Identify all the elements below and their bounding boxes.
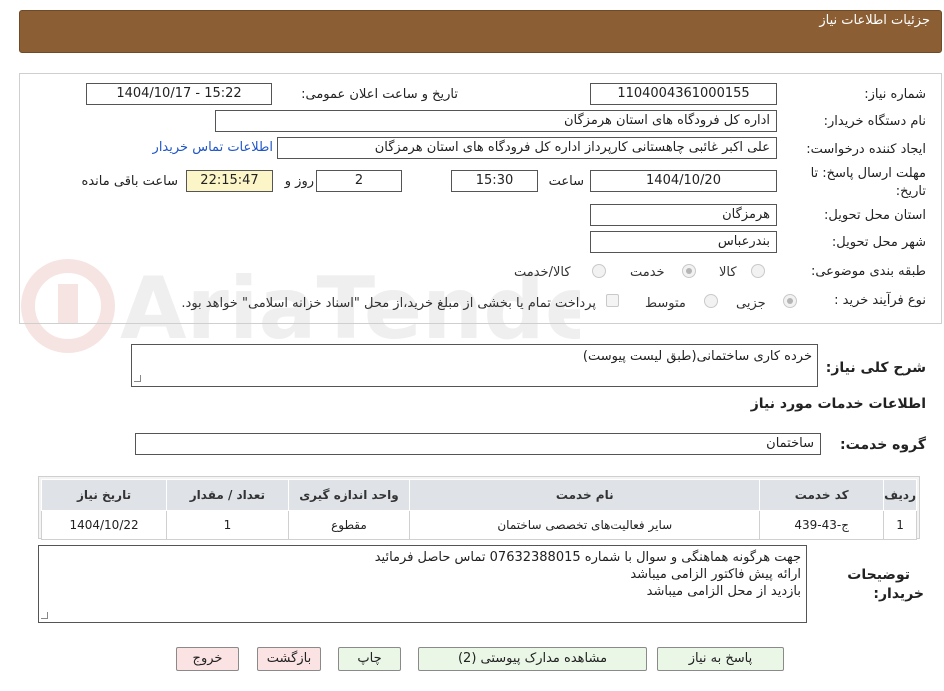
services-table-container: ردیف کد خدمت نام خدمت واحد اندازه گیری ت… xyxy=(38,476,920,540)
buyer-note-line: بازدید از محل الزامی میباشد xyxy=(646,584,801,599)
cell-unit: مقطوع xyxy=(287,510,411,540)
cell-service-code: ج-43-439 xyxy=(759,510,885,540)
col-header-quantity: تعداد / مقدار xyxy=(166,479,289,511)
process-radio-minor[interactable] xyxy=(783,294,797,308)
print-button[interactable]: چاپ xyxy=(338,647,401,671)
process-radio-medium[interactable] xyxy=(704,294,718,308)
remaining-label: ساعت باقی مانده xyxy=(81,174,178,189)
buyer-notes-textarea[interactable]: جهت هرگونه هماهنگی و سوال با شماره 07632… xyxy=(38,545,807,623)
process-option-minor: جزیی xyxy=(736,296,766,311)
deadline-label-date: تاریخ: xyxy=(895,184,926,199)
category-radio-goods-service[interactable] xyxy=(592,264,606,278)
col-header-service-code: کد خدمت xyxy=(759,479,885,511)
page-title: جزئیات اطلاعات نیاز xyxy=(819,13,930,28)
col-header-row-number: ردیف xyxy=(883,479,917,511)
deadline-time-label: ساعت xyxy=(548,174,584,189)
remaining-time-field: 22:15:47 xyxy=(186,170,273,192)
requester-field: علی اکبر غائبی چاهستانی کارپرداز اداره ک… xyxy=(277,137,777,159)
category-option-goods: کالا xyxy=(719,265,737,280)
buyer-note-line: ارائه پیش فاکتور الزامی میباشد xyxy=(630,567,801,582)
category-label: طبقه بندی موضوعی: xyxy=(810,264,926,279)
province-field: هرمزگان xyxy=(590,204,777,226)
description-text: خرده کاری ساختمانی(طبق لیست پیوست) xyxy=(582,349,812,364)
services-section-title: اطلاعات خدمات مورد نیاز xyxy=(750,396,926,412)
province-label: استان محل تحویل: xyxy=(824,208,926,223)
back-button[interactable]: بازگشت xyxy=(257,647,321,671)
col-header-need-date: تاریخ نیاز xyxy=(40,479,168,511)
col-header-service-name: نام خدمت xyxy=(409,479,761,511)
process-option-medium: متوسط xyxy=(645,296,686,311)
services-table: ردیف کد خدمت نام خدمت واحد اندازه گیری ت… xyxy=(40,479,917,540)
requester-label: ایجاد کننده درخواست: xyxy=(806,142,926,157)
respond-button[interactable]: پاسخ به نیاز xyxy=(657,647,784,671)
exit-button[interactable]: خروج xyxy=(176,647,239,671)
category-radio-service[interactable] xyxy=(682,264,696,278)
payment-note: پرداخت تمام یا بخشی از مبلغ خرید،از محل … xyxy=(181,296,596,311)
service-group-label: گروه خدمت: xyxy=(840,437,926,453)
announce-label: تاریخ و ساعت اعلان عمومی: xyxy=(301,87,458,102)
city-field: بندرعباس xyxy=(590,231,777,253)
buyer-note-line: جهت هرگونه هماهنگی و سوال با شماره 07632… xyxy=(374,550,801,565)
buyer-notes-label-2: خریدار: xyxy=(873,586,924,602)
need-number-label: شماره نیاز: xyxy=(864,87,926,102)
process-label: نوع فرآیند خرید : xyxy=(834,293,926,308)
buyer-notes-label: توضیحات xyxy=(847,567,910,583)
category-option-service: خدمت xyxy=(630,265,665,280)
description-textarea[interactable]: خرده کاری ساختمانی(طبق لیست پیوست) xyxy=(131,344,818,387)
cell-service-name: سایر فعالیت‌های تخصصی ساختمان xyxy=(409,510,761,540)
page-header xyxy=(19,10,942,53)
category-radio-goods[interactable] xyxy=(751,264,765,278)
cell-quantity: 1 xyxy=(166,510,289,540)
announce-datetime-field: 1404/10/17 - 15:22 xyxy=(86,83,272,105)
deadline-date-field: 1404/10/20 xyxy=(590,170,777,192)
description-label: شرح کلی نیاز: xyxy=(825,360,926,376)
view-attachments-button[interactable]: مشاهده مدارک پیوستی (2) xyxy=(418,647,647,671)
days-label: روز و xyxy=(284,174,314,189)
city-label: شهر محل تحویل: xyxy=(831,235,926,250)
category-option-goods-service: کالا/خدمت xyxy=(514,265,571,280)
days-remaining-field: 2 xyxy=(316,170,402,192)
service-group-field: ساختمان xyxy=(135,433,821,455)
resize-handle-icon[interactable] xyxy=(41,612,48,619)
buyer-org-field: اداره کل فرودگاه های استان هرمزگان xyxy=(215,110,777,132)
deadline-label: مهلت ارسال پاسخ: تا xyxy=(810,166,926,181)
buyer-contact-link[interactable]: اطلاعات تماس خریدار xyxy=(153,140,273,155)
table-row: 1 ج-43-439 سایر فعالیت‌های تخصصی ساختمان… xyxy=(40,510,917,540)
col-header-unit: واحد اندازه گیری xyxy=(287,479,411,511)
cell-need-date: 1404/10/22 xyxy=(40,510,168,540)
deadline-time-field: 15:30 xyxy=(451,170,538,192)
table-header-row: ردیف کد خدمت نام خدمت واحد اندازه گیری ت… xyxy=(40,479,917,511)
buyer-org-label: نام دستگاه خریدار: xyxy=(823,114,926,129)
resize-handle-icon[interactable] xyxy=(134,375,141,382)
need-number-field: 1104004361000155 xyxy=(590,83,777,105)
cell-row-number: 1 xyxy=(883,510,917,540)
treasury-payment-checkbox[interactable] xyxy=(606,294,619,307)
